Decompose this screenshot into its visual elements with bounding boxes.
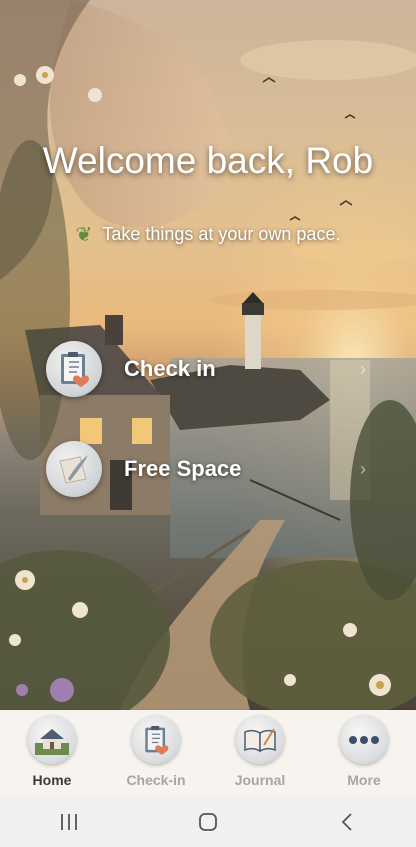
clipboard-heart-icon: [46, 341, 102, 397]
bottom-tab-bar: Home Check-in Journal More: [0, 710, 416, 797]
back-chevron-icon[interactable]: [317, 812, 377, 832]
tab-more-label: More: [347, 772, 381, 788]
free-space-label: Free Space: [124, 456, 242, 481]
chevron-right-icon: ›: [360, 358, 366, 379]
check-in-label: Check in: [124, 356, 216, 381]
tab-check-in[interactable]: Check-in: [104, 710, 208, 788]
system-navigation-bar: [0, 797, 416, 847]
home-screen: Welcome back, Rob ❦ Take things at your …: [0, 0, 416, 847]
subtitle: ❦ Take things at your own pace.: [0, 222, 416, 247]
welcome-heading: Welcome back, Rob: [42, 140, 374, 181]
more-dots-icon: [340, 716, 388, 764]
recent-apps-icon[interactable]: [39, 813, 99, 831]
check-in-button[interactable]: Check in ›: [40, 336, 396, 402]
tab-check-in-label: Check-in: [126, 772, 186, 788]
clipboard-heart-icon: [132, 716, 180, 764]
home-circle-icon[interactable]: [178, 812, 238, 832]
tab-journal-label: Journal: [234, 772, 286, 788]
subtitle-text: Take things at your own pace.: [102, 224, 341, 244]
tab-home-label: Home: [32, 772, 72, 788]
open-book-icon: [236, 716, 284, 764]
cottage-icon: [28, 716, 76, 764]
tab-more[interactable]: More: [312, 710, 416, 788]
tab-journal[interactable]: Journal: [208, 710, 312, 788]
paper-feather-icon: [46, 441, 102, 497]
free-space-button[interactable]: Free Space ›: [40, 436, 396, 502]
tab-home[interactable]: Home: [0, 710, 104, 788]
herb-sprig-icon: ❦: [75, 224, 93, 246]
chevron-right-icon: ›: [360, 458, 366, 479]
